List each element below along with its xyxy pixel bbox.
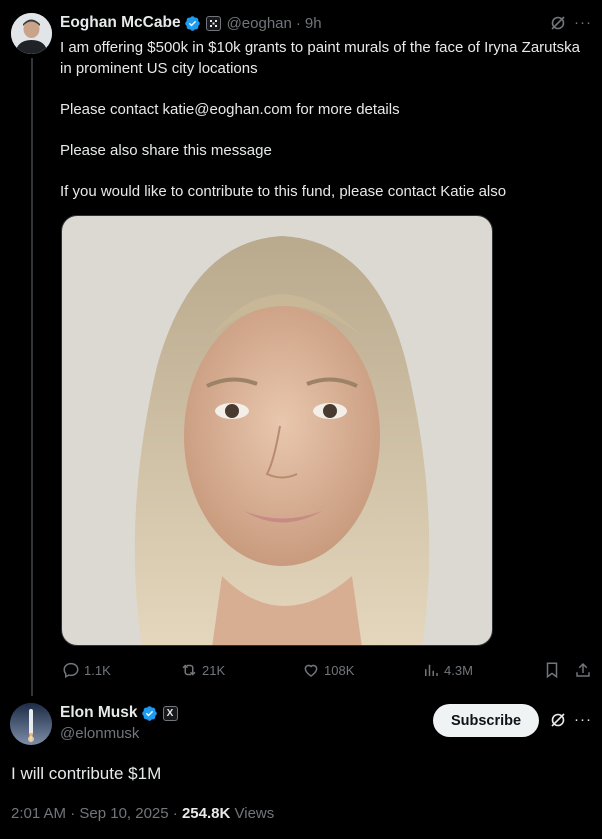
tweet-text: I am offering $500k in $10k grants to pa… [60,38,580,202]
organization-badge-icon[interactable] [205,15,221,31]
repost-button[interactable]: 21K [180,658,225,682]
verified-badge-icon [141,705,158,722]
tweet-photo[interactable] [61,215,493,646]
reply-footer: 2:01 AM · Sep 10, 2025 · 254.8K Views [11,805,274,822]
reply-header: Elon Musk X [60,704,178,722]
reply-timestamp[interactable]: 2:01 AM · Sep 10, 2025 [11,805,169,822]
reply-views-label: Views [230,805,275,822]
share-icon [576,662,590,677]
heart-icon [304,664,318,677]
repost-count: 21K [202,662,226,678]
x-affiliation-badge-icon[interactable]: X [162,705,178,721]
tweet-paragraph: I am offering $500k in $10k grants to pa… [60,39,581,77]
share-button[interactable] [574,658,596,682]
repost-icon [182,664,196,676]
thread-line [31,58,33,696]
like-button[interactable]: 108K [302,658,354,682]
more-options-icon[interactable]: ··· [573,13,593,33]
reply-icon [63,662,79,679]
reply-views-count: 254.8K [181,805,231,822]
avatar-elon[interactable] [10,703,52,745]
views-count: 4.3M [444,662,473,678]
avatar-eoghan[interactable] [11,13,52,54]
more-options-icon[interactable]: ··· [573,710,593,730]
tweet-actions: 1.1K 21K 108K 4.3M [60,658,594,682]
tweet-header: Eoghan McCabe @eoghan · 9h [60,13,322,33]
separator-dot: · [168,805,182,822]
views-chart-icon [425,664,438,676]
views-button[interactable]: 4.3M [422,658,473,682]
grok-icon[interactable] [549,14,567,32]
reply-button[interactable]: 1.1K [62,658,111,682]
verified-badge-icon [184,15,201,32]
tweet-paragraph: If you would like to contribute to this … [60,182,507,200]
author-name[interactable]: Eoghan McCabe [60,14,181,32]
tweet-time[interactable]: 9h [305,15,322,32]
like-count: 108K [324,662,355,678]
tweet-paragraph: Please also share this message [60,141,272,159]
reply-text: I will contribute $1M [11,764,162,783]
tweet-paragraph: Please contact katie@eoghan.com for more… [60,100,400,118]
reply-author-handle[interactable]: @elonmusk [60,725,139,742]
separator-dot: · [295,14,301,32]
author-handle[interactable]: @eoghan [227,15,292,32]
subscribe-button[interactable]: Subscribe [433,704,539,737]
reply-author-name[interactable]: Elon Musk [60,704,138,722]
reply-count: 1.1K [84,662,111,678]
bookmark-button[interactable] [543,658,565,682]
grok-icon[interactable] [549,711,567,729]
bookmark-icon [546,662,558,679]
